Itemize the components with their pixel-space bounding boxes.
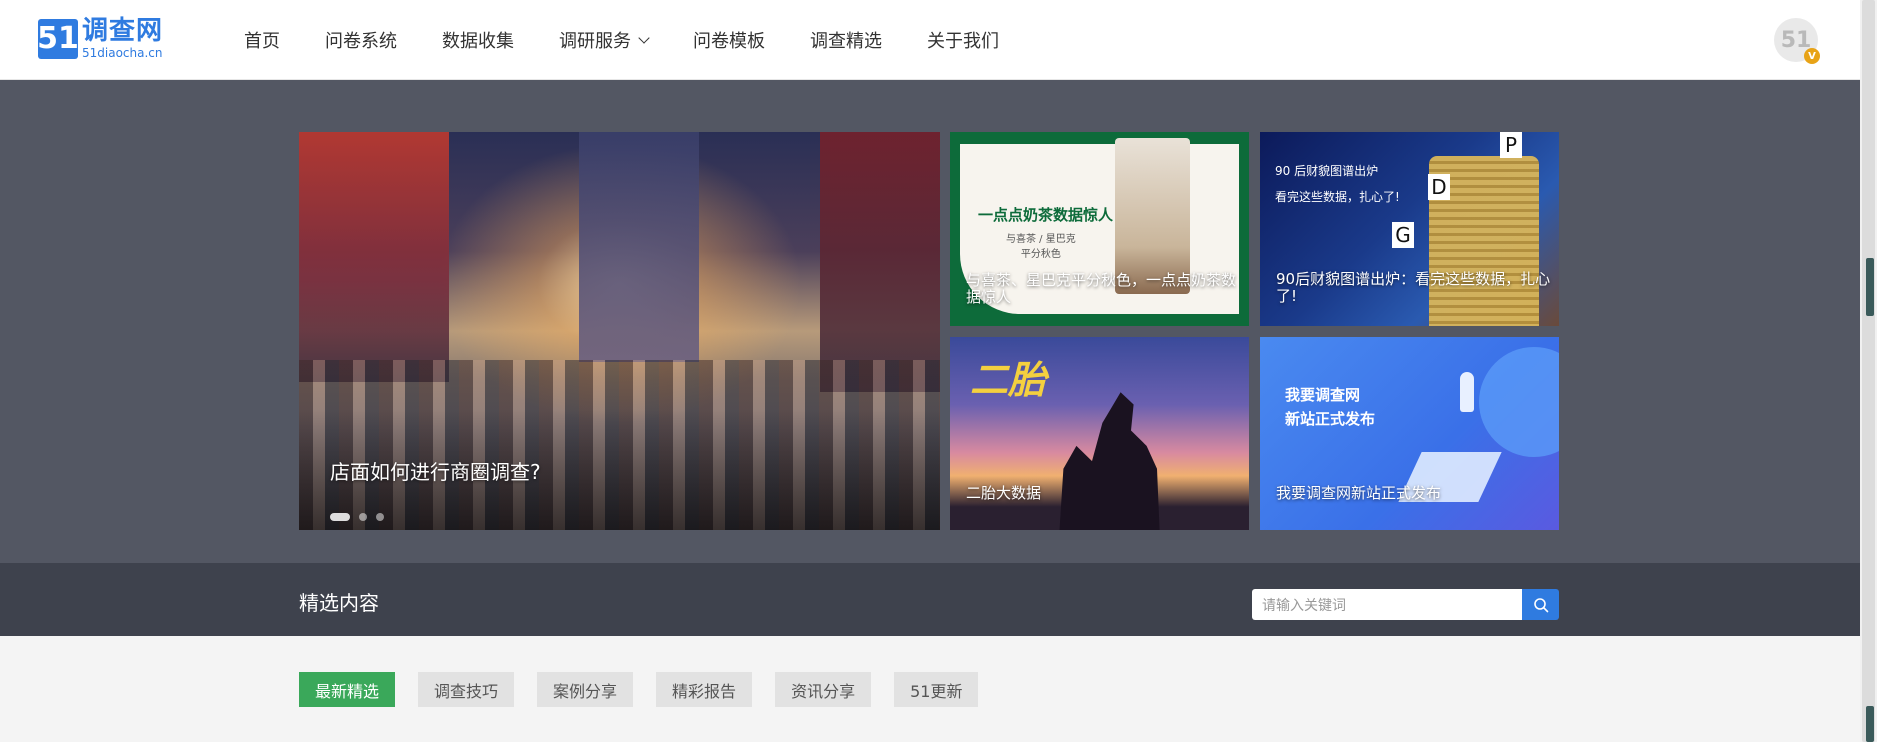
category-tabs: 最新精选 调查技巧 案例分享 精彩报告 资讯分享 51更新 bbox=[299, 672, 1001, 707]
featured-tile-milktea[interactable]: 一点点奶茶数据惊人 与喜茶 / 星巴克 平分秋色 与喜茶、星巴克平分秋色，一点点… bbox=[950, 132, 1249, 326]
nav-featured[interactable]: 调查精选 bbox=[810, 27, 882, 53]
ad-subtitle: 看完这些数据，扎心了! bbox=[1275, 190, 1400, 204]
tab-news[interactable]: 资讯分享 bbox=[775, 672, 872, 707]
slide-image-building bbox=[299, 132, 449, 382]
letter-tile: G bbox=[1392, 222, 1414, 248]
slide-image-building bbox=[579, 132, 699, 362]
decor-circle bbox=[1479, 347, 1559, 457]
page-scrollbar[interactable] bbox=[1860, 0, 1877, 742]
rocket-icon bbox=[1460, 372, 1474, 412]
tile-caption: 二胎大数据 bbox=[966, 484, 1042, 502]
ad-subtitle-line: 平分秋色 bbox=[1020, 249, 1061, 260]
tile-caption: 我要调查网新站正式发布 bbox=[1276, 484, 1442, 502]
search-box bbox=[1252, 589, 1559, 620]
nav-home[interactable]: 首页 bbox=[244, 27, 280, 53]
nav-about[interactable]: 关于我们 bbox=[927, 27, 999, 53]
tile-caption: 与喜茶、星巴克平分秋色，一点点奶茶数据惊人 bbox=[966, 271, 1237, 307]
featured-tile-second-child[interactable]: 二胎 二胎大数据 bbox=[950, 337, 1249, 530]
letter-tile: D bbox=[1428, 174, 1450, 200]
scroll-marker bbox=[1866, 706, 1874, 742]
carousel-caption: 店面如何进行商圈调查? bbox=[330, 460, 541, 484]
ad-title: 我要调查网 bbox=[1285, 386, 1361, 404]
tab-latest[interactable]: 最新精选 bbox=[299, 672, 396, 707]
tab-case-sharing[interactable]: 案例分享 bbox=[537, 672, 634, 707]
search-button[interactable] bbox=[1522, 589, 1559, 620]
logo-badge: 51 bbox=[37, 18, 79, 59]
section-title: 精选内容 bbox=[299, 591, 379, 615]
nav-research-services[interactable]: 调研服务 bbox=[559, 27, 650, 53]
tab-51-updates[interactable]: 51更新 bbox=[894, 672, 979, 707]
user-avatar[interactable]: 51 V bbox=[1774, 18, 1820, 64]
main-nav: 首页 问卷系统 数据收集 调研服务 问卷模板 调查精选 关于我们 bbox=[244, 0, 1044, 80]
family-silhouette-image bbox=[1059, 392, 1160, 530]
ad-title: 90 后财貌图谱出炉 bbox=[1275, 164, 1379, 178]
featured-tile-wealth[interactable]: P D G 90 后财貌图谱出炉 看完这些数据，扎心了! 90后财貌图谱出炉：看… bbox=[1260, 132, 1559, 326]
section-header-bar: 精选内容 bbox=[0, 563, 1860, 636]
letter-tile: P bbox=[1500, 132, 1522, 158]
logo-text: 调查网 51diaocha.cn bbox=[82, 18, 163, 59]
scroll-marker bbox=[1866, 258, 1874, 316]
tab-reports[interactable]: 精彩报告 bbox=[656, 672, 753, 707]
site-header: 51 调查网 51diaocha.cn 首页 问卷系统 数据收集 调研服务 问卷… bbox=[0, 0, 1860, 80]
vip-badge: V bbox=[1804, 48, 1820, 64]
tab-survey-tips[interactable]: 调查技巧 bbox=[418, 672, 515, 707]
carousel-dots bbox=[330, 513, 393, 521]
search-icon bbox=[1533, 597, 1548, 612]
ad-subtitle: 与喜茶 / 星巴克 平分秋色 bbox=[1006, 232, 1076, 262]
featured-tile-launch[interactable]: 我要调查网 新站正式发布 我要调查网新站正式发布 bbox=[1260, 337, 1559, 530]
tile-caption: 90后财貌图谱出炉：看完这些数据，扎心了! bbox=[1276, 270, 1551, 306]
nav-survey-system[interactable]: 问卷系统 bbox=[325, 27, 397, 53]
nav-templates[interactable]: 问卷模板 bbox=[693, 27, 765, 53]
carousel-slide[interactable]: 店面如何进行商圈调查? bbox=[299, 132, 940, 530]
scrollbar-thumb[interactable] bbox=[1862, 0, 1875, 742]
logo-domain: 51diaocha.cn bbox=[82, 46, 163, 60]
carousel-dot-3[interactable] bbox=[376, 513, 384, 521]
carousel-dot-2[interactable] bbox=[359, 513, 367, 521]
chevron-down-icon bbox=[638, 31, 650, 44]
carousel-dot-1[interactable] bbox=[330, 513, 350, 521]
ad-title: 二胎 bbox=[970, 358, 1047, 402]
ad-subtitle-line: 与喜茶 / 星巴克 bbox=[1006, 234, 1076, 245]
nav-data-collection[interactable]: 数据收集 bbox=[442, 27, 514, 53]
logo-name: 调查网 bbox=[82, 16, 164, 46]
hero-banner: 店面如何进行商圈调查? 一点点奶茶数据惊人 与喜茶 / 星巴克 平分秋色 与喜茶… bbox=[0, 80, 1860, 563]
ad-title: 一点点奶茶数据惊人 bbox=[978, 206, 1114, 224]
nav-research-services-label: 调研服务 bbox=[559, 31, 631, 52]
ad-subtitle: 新站正式发布 bbox=[1285, 410, 1376, 428]
search-input[interactable] bbox=[1252, 589, 1522, 620]
site-logo[interactable]: 51 调查网 51diaocha.cn bbox=[37, 18, 163, 59]
slide-image-building bbox=[820, 132, 940, 392]
